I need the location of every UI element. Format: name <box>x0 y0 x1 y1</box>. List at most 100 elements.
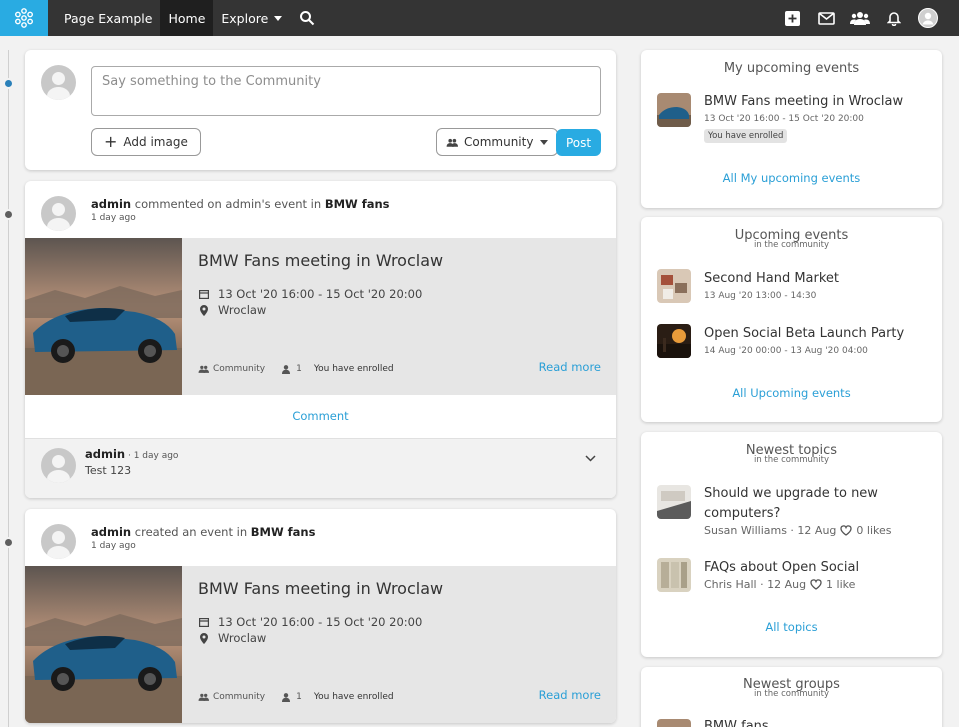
chevron-down-icon[interactable] <box>585 447 596 466</box>
snowflake-logo-icon[interactable] <box>0 0 48 36</box>
group-title[interactable]: BMW fans <box>704 719 769 727</box>
topic-thumbnail[interactable] <box>657 485 691 519</box>
actor-link[interactable]: admin <box>91 525 131 539</box>
block-title: My upcoming events <box>723 61 860 76</box>
post-input[interactable]: Say something to the Community <box>91 66 601 116</box>
topic-title[interactable]: Should we upgrade to new <box>704 486 878 501</box>
event-thumbnail[interactable] <box>657 269 691 303</box>
enrolled-status: You have enrolled <box>313 364 394 374</box>
group-thumbnail[interactable] <box>657 719 691 727</box>
topic-meta: Chris Hall · 12 Aug 1 like <box>704 578 855 591</box>
calendar-icon <box>198 288 210 300</box>
timeline-dot <box>3 78 14 89</box>
event-title[interactable]: BMW Fans meeting in Wroclaw <box>704 94 903 109</box>
block-subtitle: in the community <box>753 455 830 465</box>
nav-home[interactable]: Home <box>160 0 214 36</box>
event-date: 13 Oct '20 16:00 - 15 Oct '20 20:00 <box>198 287 422 301</box>
group-link[interactable]: BMW fans <box>251 525 316 539</box>
read-more-link[interactable]: Read more <box>539 688 601 702</box>
group-link[interactable]: BMW fans <box>325 197 390 211</box>
nav-explore-label: Explore <box>221 10 269 26</box>
plus-square-icon[interactable] <box>775 0 809 36</box>
event-date: 13 Oct '20 16:00 - 15 Oct '20 20:00 <box>198 615 422 629</box>
event-date-text: 13 Oct '20 16:00 - 15 Oct '20 20:00 <box>218 615 423 629</box>
avatar[interactable] <box>41 524 76 559</box>
heart-icon <box>810 579 822 590</box>
mail-icon[interactable] <box>809 0 843 36</box>
event-title[interactable]: Open Social Beta Launch Party <box>704 326 904 341</box>
topic-author: Chris Hall · 12 Aug <box>704 578 807 591</box>
action-text: commented on admin's event in <box>131 197 325 211</box>
read-more-link[interactable]: Read more <box>539 360 601 374</box>
topic-title-cont[interactable]: computers? <box>704 506 780 521</box>
users-icon <box>198 365 209 373</box>
block-subtitle: in the community <box>753 689 830 699</box>
event-footer: Community 1 You have enrolled <box>198 692 394 702</box>
post-time: 1 day ago <box>91 541 136 551</box>
plus-icon: + <box>104 132 118 151</box>
event-image[interactable] <box>25 238 182 395</box>
event-meta: 13 Oct '20 16:00 - 15 Oct '20 20:00 <box>704 114 864 124</box>
comment-section: admin · 1 day ago Test 123 <box>25 438 616 498</box>
post-headline: admin commented on admin's event in BMW … <box>91 197 390 211</box>
avatar[interactable] <box>41 448 76 483</box>
event-location-text: Wroclaw <box>218 631 267 645</box>
event-title[interactable]: Second Hand Market <box>704 271 839 286</box>
event-title[interactable]: BMW Fans meeting in Wroclaw <box>198 251 443 270</box>
users-icon <box>198 693 209 701</box>
users-icon <box>446 138 458 147</box>
post-headline: admin created an event in BMW fans <box>91 525 315 539</box>
avatar <box>41 65 76 100</box>
stream-post: admin created an event in BMW fans 1 day… <box>25 509 616 723</box>
event-footer: Community 1 You have enrolled <box>198 364 394 374</box>
all-my-events-link[interactable]: All My upcoming events <box>641 171 942 185</box>
comment-time: · 1 day ago <box>125 451 179 461</box>
event-thumbnail[interactable] <box>657 324 691 358</box>
avatar-icon[interactable] <box>911 0 945 36</box>
topic-title[interactable]: FAQs about Open Social <box>704 560 859 575</box>
post-composer: Say something to the Community + Add ima… <box>25 50 616 170</box>
all-topics-link[interactable]: All topics <box>641 620 942 634</box>
comment-link[interactable]: Comment <box>25 409 616 423</box>
add-image-button[interactable]: + Add image <box>91 128 201 156</box>
nav-explore[interactable]: Explore <box>213 0 290 36</box>
user-icon <box>282 692 291 702</box>
event-title[interactable]: BMW Fans meeting in Wroclaw <box>198 579 443 598</box>
upcoming-events-block: Upcoming events in the community Second … <box>641 217 942 422</box>
stream-post: admin commented on admin's event in BMW … <box>25 181 616 498</box>
post-time: 1 day ago <box>91 213 136 223</box>
comment-text: Test 123 <box>85 464 132 477</box>
visibility-dropdown[interactable]: Community <box>436 128 559 156</box>
block-subtitle: in the community <box>753 240 830 250</box>
event-thumbnail[interactable] <box>657 93 691 127</box>
site-name-link[interactable]: Page Example <box>48 0 160 36</box>
event-location-text: Wroclaw <box>218 303 267 317</box>
add-image-label: Add image <box>123 135 188 149</box>
event-location: Wroclaw <box>198 303 266 317</box>
event-image[interactable] <box>25 566 182 723</box>
user-icon <box>282 364 291 374</box>
avatar[interactable] <box>41 196 76 231</box>
topic-author: Susan Williams · 12 Aug <box>704 524 837 537</box>
enrolled-status: You have enrolled <box>313 692 394 702</box>
event-meta: 14 Aug '20 00:00 - 13 Aug '20 04:00 <box>704 346 868 356</box>
newest-topics-block: Newest topics in the community Should we… <box>641 432 942 657</box>
top-navbar: Page Example Home Explore <box>0 0 959 36</box>
topic-likes: 0 likes <box>856 524 892 537</box>
bell-icon[interactable] <box>877 0 911 36</box>
topic-likes: 1 like <box>826 578 856 591</box>
chevron-down-icon <box>540 139 549 145</box>
enrolled-count: 1 <box>296 692 302 702</box>
actor-link[interactable]: admin <box>91 197 131 211</box>
comment-author[interactable]: admin <box>85 447 125 461</box>
topic-thumbnail[interactable] <box>657 558 691 592</box>
event-date-text: 13 Oct '20 16:00 - 15 Oct '20 20:00 <box>218 287 423 301</box>
all-upcoming-events-link[interactable]: All Upcoming events <box>641 386 942 400</box>
post-button[interactable]: Post <box>556 129 601 156</box>
users-icon[interactable] <box>843 0 877 36</box>
event-teaser: BMW Fans meeting in Wroclaw 13 Oct '20 1… <box>25 566 616 723</box>
search-icon[interactable] <box>290 0 324 36</box>
topic-meta: Susan Williams · 12 Aug 0 likes <box>704 524 892 537</box>
event-visibility: Community <box>213 692 266 702</box>
timeline-dot <box>3 209 14 220</box>
